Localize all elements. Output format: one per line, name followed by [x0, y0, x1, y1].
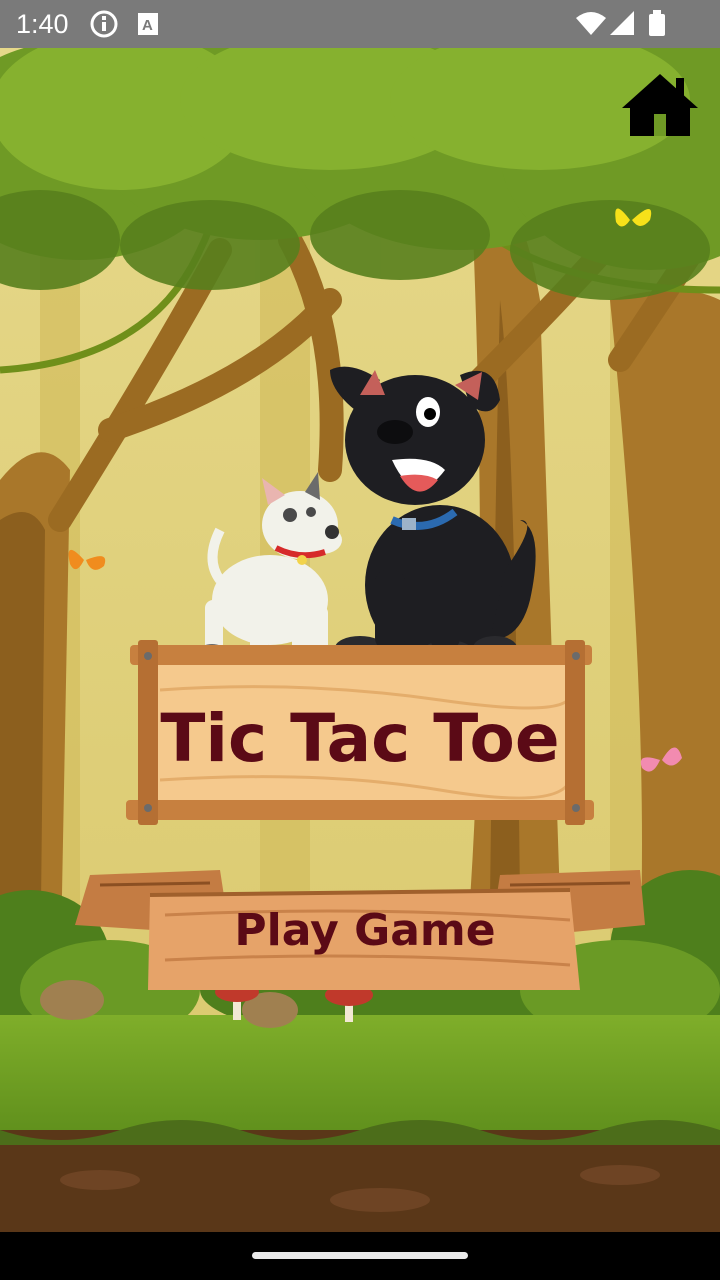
game-title: Tic Tac Toe	[160, 700, 560, 777]
play-game-label: Play Game	[234, 905, 496, 956]
play-game-button[interactable]: Play Game	[70, 865, 650, 995]
gesture-home-handle[interactable]	[252, 1252, 468, 1259]
title-board	[126, 640, 594, 825]
